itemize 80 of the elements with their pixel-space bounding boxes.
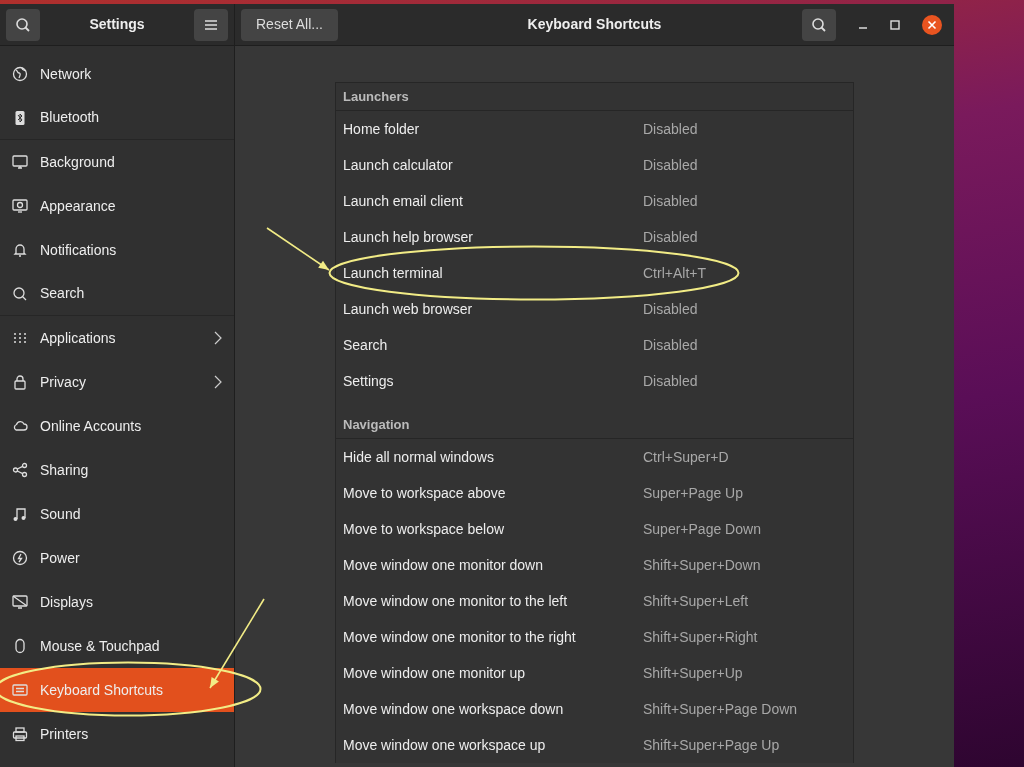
shortcut-keys: Disabled	[643, 226, 698, 248]
section-header: Launchers	[343, 87, 409, 106]
sidebar-item[interactable]: Privacy	[0, 360, 234, 404]
shortcut-action[interactable]: Home folder	[343, 118, 643, 140]
sidebar-item[interactable]: Power	[0, 536, 234, 580]
sidebar-item[interactable]: Displays	[0, 580, 234, 624]
shortcut-keys: Disabled	[643, 190, 698, 212]
sidebar-item[interactable]: Search	[0, 272, 234, 316]
sidebar-title: Settings	[89, 15, 145, 34]
shortcut-action[interactable]: Settings	[343, 370, 643, 392]
sidebar-item[interactable]: Sharing	[0, 448, 234, 492]
shortcut-keys: Disabled	[643, 118, 698, 140]
shortcut-action[interactable]: Launch email client	[343, 190, 643, 212]
shortcut-action[interactable]: Move window one monitor up	[343, 662, 643, 684]
printer-icon	[12, 726, 28, 742]
maximize-icon[interactable]	[890, 19, 900, 30]
sidebar-item[interactable]: Notifications	[0, 228, 234, 272]
sidebar-item[interactable]: Appearance	[0, 184, 234, 228]
chevron-right-icon	[214, 331, 222, 345]
section-header: Navigation	[343, 415, 410, 434]
menu-icon	[204, 18, 218, 31]
shortcut-keys: Disabled	[643, 298, 698, 320]
shortcut-keys: Disabled	[643, 154, 698, 176]
window-title: Keyboard Shortcuts	[527, 15, 662, 34]
shortcut-action[interactable]: Move to workspace above	[343, 482, 643, 504]
shortcut-action[interactable]: Search	[343, 334, 643, 356]
shortcut-keys: Super+Page Up	[643, 482, 744, 504]
shortcut-keys: Shift+Super+Left	[643, 590, 749, 612]
search-button[interactable]	[6, 8, 40, 41]
menu-button[interactable]	[194, 8, 228, 41]
search-icon	[811, 16, 827, 33]
close-icon[interactable]	[922, 14, 942, 35]
globe-icon	[12, 66, 28, 82]
mouse-icon	[12, 638, 28, 654]
shortcut-keys: Super+Page Down	[643, 518, 761, 540]
shortcut-keys: Shift+Super+Down	[643, 554, 761, 576]
grid-icon	[12, 330, 28, 346]
share-icon	[12, 462, 28, 478]
search-icon	[15, 16, 31, 33]
monitor-icon	[12, 198, 28, 214]
shortcut-action[interactable]: Move to workspace below	[343, 518, 643, 540]
keyboard-icon	[12, 682, 28, 698]
shortcut-keys: Shift+Super+Page Up	[643, 734, 780, 756]
search-icon	[12, 285, 28, 302]
shortcut-keys: Disabled	[643, 334, 698, 356]
sidebar-item[interactable]: Online Accounts	[0, 404, 234, 448]
chevron-right-icon	[214, 375, 222, 389]
bluetooth-icon	[12, 109, 28, 126]
shortcut-action[interactable]: Launch terminal	[343, 262, 643, 284]
shortcut-action[interactable]: Hide all normal windows	[343, 446, 643, 468]
shortcut-keys: Ctrl+Super+D	[643, 446, 729, 468]
bell-icon	[12, 242, 28, 258]
shortcut-action[interactable]: Launch help browser	[343, 226, 643, 248]
shortcut-action[interactable]: Move window one monitor to the right	[343, 626, 643, 648]
power-icon	[12, 550, 28, 566]
shortcut-action[interactable]: Move window one monitor down	[343, 554, 643, 576]
shortcut-action[interactable]: Move window one workspace up	[343, 734, 643, 756]
shortcut-keys: Ctrl+Alt+T	[643, 262, 706, 284]
shortcut-action[interactable]: Move window one workspace down	[343, 698, 643, 720]
shortcut-action[interactable]: Move window one monitor to the left	[343, 590, 643, 612]
sidebar-item[interactable]: Background	[0, 140, 234, 184]
lock-icon	[12, 374, 28, 390]
shortcut-keys: Shift+Super+Page Down	[643, 698, 798, 720]
shortcut-keys: Shift+Super+Up	[643, 662, 743, 684]
reset-all-button[interactable]: Reset All...	[241, 8, 338, 41]
monitor-icon	[12, 154, 28, 170]
cloud-icon	[12, 418, 28, 434]
sidebar-item[interactable]: Printers	[0, 712, 234, 756]
sidebar-item[interactable]: Mouse & Touchpad	[0, 624, 234, 668]
sidebar-item[interactable]: Bluetooth	[0, 96, 234, 140]
shortcut-keys: Disabled	[643, 370, 698, 392]
monitor-icon	[12, 594, 28, 610]
shortcut-keys: Shift+Super+Right	[643, 626, 758, 648]
sidebar-item[interactable]: Network	[0, 52, 234, 96]
music-note-icon	[12, 506, 28, 522]
sidebar-item[interactable]: Sound	[0, 492, 234, 536]
shortcut-action[interactable]: Launch calculator	[343, 154, 643, 176]
search-button[interactable]	[802, 8, 836, 41]
sidebar-item[interactable]: Applications	[0, 316, 234, 360]
shortcut-action[interactable]: Launch web browser	[343, 298, 643, 320]
